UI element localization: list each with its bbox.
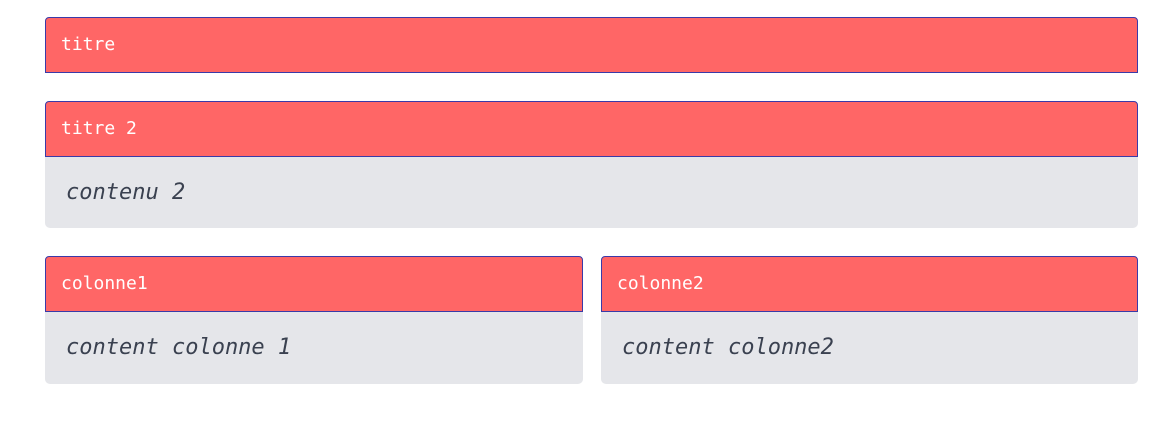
column-panel-1: colonne1 content colonne 1 — [45, 256, 583, 384]
panel-header: titre — [45, 17, 1138, 73]
panel-titre-2: titre 2 contenu 2 — [45, 101, 1138, 228]
column-header: colonne1 — [45, 256, 583, 312]
column-content: content colonne2 — [601, 312, 1138, 384]
column-content: content colonne 1 — [45, 312, 583, 384]
panel-content: contenu 2 — [45, 157, 1138, 228]
panel-header: titre 2 — [45, 101, 1138, 157]
column-panel-2: colonne2 content colonne2 — [601, 256, 1138, 384]
column-header: colonne2 — [601, 256, 1138, 312]
panel-titre: titre — [45, 17, 1138, 73]
